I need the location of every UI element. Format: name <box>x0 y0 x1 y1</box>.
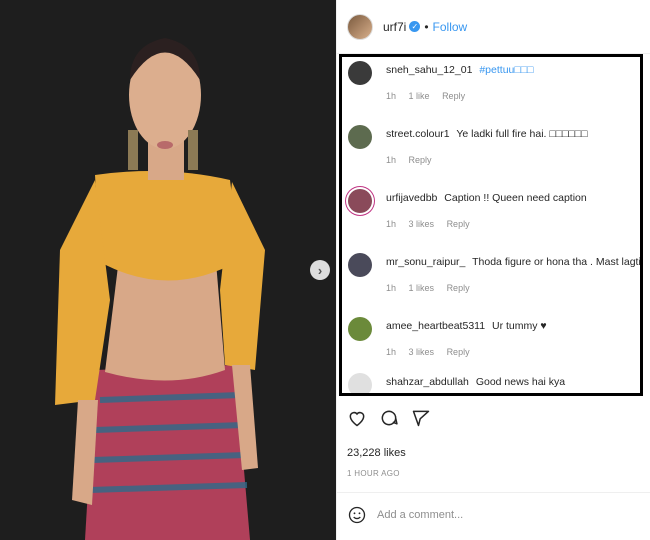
commenter-username[interactable]: sneh_sahu_12_01 <box>386 64 472 76</box>
divider <box>337 492 650 493</box>
commenter-username[interactable]: shahzar_abdullah <box>386 376 469 388</box>
heart-icon[interactable] <box>347 408 367 428</box>
commenter-avatar[interactable] <box>348 61 372 85</box>
comment-likes[interactable]: 3 likes <box>409 219 435 229</box>
commenter-username[interactable]: street.colour1 <box>386 128 450 140</box>
commenter-avatar[interactable] <box>348 125 372 149</box>
verified-icon: ✓ <box>409 21 421 32</box>
next-photo-button[interactable]: › <box>310 260 330 280</box>
separator-dot: • <box>424 19 429 34</box>
comment-meta: 1h 1 likes Reply <box>386 283 480 293</box>
action-bar <box>347 408 431 428</box>
reply-button[interactable]: Reply <box>447 347 470 357</box>
comment-text: sneh_sahu_12_01 #pettuu□□□ <box>386 64 533 76</box>
emoji-icon[interactable] <box>347 505 367 525</box>
comment-body: Caption !! Queen need caption <box>444 192 587 204</box>
comment-body: Ur tummy ♥ <box>491 320 547 332</box>
owner-avatar[interactable] <box>347 13 373 40</box>
comment-time: 1h <box>386 347 397 357</box>
comment-hashtag[interactable]: #pettuu□□□ <box>479 64 533 76</box>
commenter-avatar[interactable] <box>348 317 372 341</box>
photo-illustration <box>0 0 336 540</box>
follow-button[interactable]: Follow <box>433 20 468 34</box>
comment-body: Good news hai kya <box>475 376 566 388</box>
comments-list[interactable]: sneh_sahu_12_01 #pettuu□□□ 1h 1 like Rep… <box>339 54 643 396</box>
commenter-username[interactable]: mr_sonu_raipur_ <box>386 256 465 268</box>
add-comment-row <box>347 505 627 525</box>
commenter-avatar[interactable] <box>348 253 372 277</box>
comment-meta: 1h 3 likes Reply <box>386 219 480 229</box>
comment-likes[interactable]: 1 likes <box>409 283 435 293</box>
comment-text: amee_heartbeat5311 Ur tummy ♥ <box>386 320 547 332</box>
comment-text: street.colour1 Ye ladki full fire hai. □… <box>386 128 587 140</box>
add-comment-input[interactable] <box>377 509 627 521</box>
reply-button[interactable]: Reply <box>442 91 465 101</box>
comment-text: mr_sonu_raipur_ Thoda figure or hona tha… <box>386 256 643 268</box>
commenter-username[interactable]: urfijavedbb <box>386 192 437 204</box>
chevron-right-icon: › <box>317 262 323 278</box>
commenter-avatar[interactable] <box>348 189 372 213</box>
likes-count[interactable]: 23,228 likes <box>347 447 406 459</box>
commenter-avatar[interactable] <box>348 373 372 393</box>
comment-meta: 1h 3 likes Reply <box>386 347 480 357</box>
comment-time: 1h <box>386 91 397 101</box>
post-time: 1 HOUR AGO <box>347 469 400 478</box>
post-photo: › <box>0 0 336 540</box>
commenter-username[interactable]: amee_heartbeat5311 <box>386 320 485 332</box>
reply-button[interactable]: Reply <box>447 283 470 293</box>
comment-meta: 1h Reply <box>386 155 442 165</box>
owner-username[interactable]: urf7i <box>383 20 406 34</box>
comment-time: 1h <box>386 283 397 293</box>
post-header: urf7i ✓ • Follow <box>337 0 650 54</box>
comment-likes[interactable]: 1 like <box>409 91 430 101</box>
reply-button[interactable]: Reply <box>409 155 432 165</box>
reply-button[interactable]: Reply <box>447 219 470 229</box>
comment-icon[interactable] <box>379 408 399 428</box>
comment-body: Thoda figure or hona tha . Mast lagti □ <box>472 256 643 268</box>
comment-time: 1h <box>386 155 397 165</box>
post-panel: urf7i ✓ • Follow sneh_sahu_12_01 #pettuu… <box>336 0 650 540</box>
comment-body: Ye ladki full fire hai. □□□□□□ <box>456 128 588 140</box>
comment-time: 1h <box>386 219 397 229</box>
comment-text: shahzar_abdullah Good news hai kya <box>386 376 565 388</box>
share-icon[interactable] <box>411 408 431 428</box>
comment-likes[interactable]: 3 likes <box>409 347 435 357</box>
comment-text: urfijavedbb Caption !! Queen need captio… <box>386 192 587 204</box>
comment-meta: 1h 1 like Reply <box>386 91 475 101</box>
